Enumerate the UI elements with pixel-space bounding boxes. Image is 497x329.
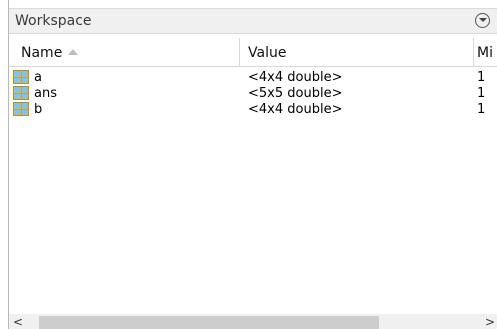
variable-min: 1 — [477, 86, 486, 101]
column-header: Name Value Mi — [9, 38, 497, 67]
variable-name: b — [34, 102, 43, 117]
chevron-down-circle-icon[interactable] — [475, 13, 490, 28]
scroll-right-arrow-icon[interactable]: > — [485, 316, 495, 329]
column-header-min[interactable]: Mi — [477, 45, 493, 61]
sort-ascending-icon — [68, 49, 79, 55]
horizontal-scrollbar[interactable]: < > — [9, 314, 497, 329]
variable-min: 1 — [477, 102, 486, 117]
column-divider[interactable] — [473, 38, 474, 66]
column-header-name-label: Name — [21, 45, 63, 61]
table-row[interactable]: b <4x4 double> 1 — [9, 102, 497, 118]
variable-name: ans — [34, 86, 57, 101]
column-divider[interactable] — [239, 38, 240, 66]
column-header-name[interactable]: Name — [21, 45, 79, 61]
panel-title: Workspace — [15, 13, 92, 29]
variable-value: <5x5 double> — [248, 86, 343, 101]
workspace-panel: Workspace Name Value Mi a <4x4 double> 1… — [8, 0, 497, 329]
matrix-icon — [13, 70, 29, 84]
variable-min: 1 — [477, 70, 486, 85]
matrix-icon — [13, 102, 29, 116]
variable-value: <4x4 double> — [248, 102, 343, 117]
scroll-left-arrow-icon[interactable]: < — [13, 316, 23, 329]
scrollbar-thumb[interactable] — [39, 316, 379, 329]
variable-name: a — [34, 70, 42, 85]
panel-titlebar: Workspace — [9, 8, 497, 34]
table-row[interactable]: ans <5x5 double> 1 — [9, 86, 497, 102]
column-header-value[interactable]: Value — [248, 45, 286, 61]
variable-value: <4x4 double> — [248, 70, 343, 85]
matrix-icon — [13, 86, 29, 100]
table-row[interactable]: a <4x4 double> 1 — [9, 70, 497, 86]
